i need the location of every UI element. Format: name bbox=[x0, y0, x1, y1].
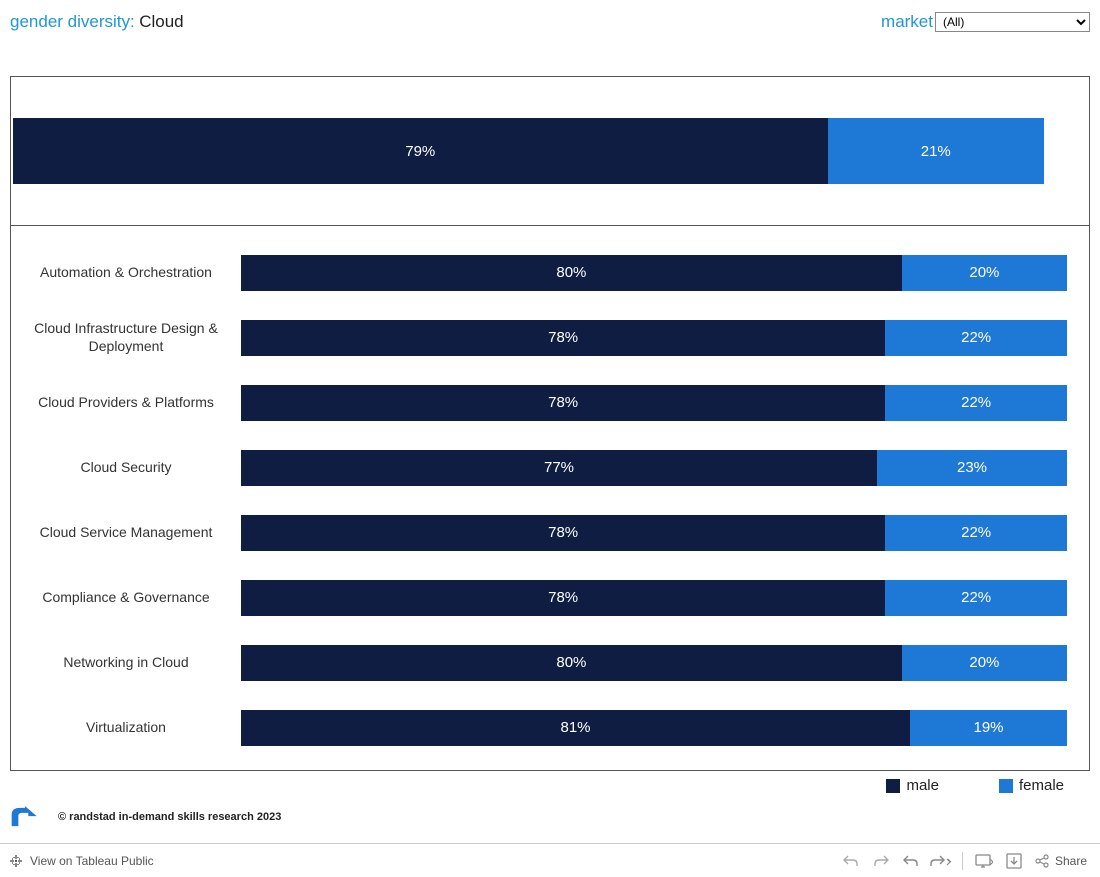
legend: male female bbox=[0, 771, 1100, 794]
legend-male-label: male bbox=[906, 777, 939, 794]
tableau-toolbar: View on Tableau Public Share bbox=[0, 843, 1100, 877]
category-label: Cloud Service Management bbox=[11, 524, 241, 542]
credit-text: © randstad in-demand skills research 202… bbox=[58, 811, 281, 823]
male-segment: 78% bbox=[241, 320, 885, 356]
category-label: Cloud Security bbox=[11, 459, 241, 477]
category-bar: 80%20% bbox=[241, 645, 1067, 681]
category-row: Cloud Providers & Platforms78%22% bbox=[11, 370, 1089, 435]
redo-button[interactable] bbox=[867, 849, 895, 873]
summary-male-bar: 79% bbox=[13, 118, 828, 184]
presentation-button[interactable] bbox=[970, 849, 998, 873]
legend-male: male bbox=[886, 777, 939, 794]
toolbar-divider bbox=[962, 852, 963, 870]
male-segment: 78% bbox=[241, 385, 885, 421]
category-row: Cloud Service Management78%22% bbox=[11, 500, 1089, 565]
female-segment: 20% bbox=[902, 645, 1067, 681]
market-label: market bbox=[881, 12, 933, 32]
category-label: Cloud Infrastructure Design & Deployment bbox=[11, 320, 241, 355]
category-row: Cloud Security77%23% bbox=[11, 435, 1089, 500]
female-swatch bbox=[999, 779, 1013, 793]
summary-female-bar: 21% bbox=[828, 118, 1045, 184]
share-icon bbox=[1034, 853, 1050, 869]
replay-forward-button[interactable] bbox=[927, 849, 955, 873]
male-segment: 78% bbox=[241, 580, 885, 616]
replay-back-button[interactable] bbox=[897, 849, 925, 873]
title-label: gender diversity: bbox=[10, 12, 135, 31]
male-segment: 81% bbox=[241, 710, 910, 746]
category-bar: 81%19% bbox=[241, 710, 1067, 746]
legend-female-label: female bbox=[1019, 777, 1064, 794]
category-label: Automation & Orchestration bbox=[11, 264, 241, 282]
category-row: Networking in Cloud80%20% bbox=[11, 630, 1089, 695]
summary-panel: 79% 21% bbox=[10, 76, 1090, 226]
female-segment: 22% bbox=[885, 320, 1067, 356]
male-swatch bbox=[886, 779, 900, 793]
credit-row: © randstad in-demand skills research 202… bbox=[0, 794, 1100, 830]
male-segment: 78% bbox=[241, 515, 885, 551]
category-bar: 80%20% bbox=[241, 255, 1067, 291]
male-segment: 80% bbox=[241, 645, 902, 681]
category-label: Cloud Providers & Platforms bbox=[11, 394, 241, 412]
category-label: Networking in Cloud bbox=[11, 654, 241, 672]
category-bar: 78%22% bbox=[241, 320, 1067, 356]
market-select[interactable]: (All) bbox=[935, 12, 1090, 32]
male-segment: 80% bbox=[241, 255, 902, 291]
category-bar: 78%22% bbox=[241, 580, 1067, 616]
legend-female: female bbox=[999, 777, 1064, 794]
randstad-logo-icon bbox=[10, 804, 50, 830]
undo-button[interactable] bbox=[837, 849, 865, 873]
female-segment: 22% bbox=[885, 515, 1067, 551]
title-value: Cloud bbox=[139, 12, 183, 31]
female-segment: 20% bbox=[902, 255, 1067, 291]
title: gender diversity: Cloud bbox=[10, 12, 184, 32]
female-segment: 23% bbox=[877, 450, 1067, 486]
summary-bar: 79% 21% bbox=[13, 118, 1087, 184]
category-bar: 78%22% bbox=[241, 385, 1067, 421]
category-row: Virtualization81%19% bbox=[11, 695, 1089, 760]
view-on-tableau-button[interactable]: View on Tableau Public bbox=[8, 853, 154, 869]
share-label: Share bbox=[1055, 854, 1087, 868]
header-bar: gender diversity: Cloud market (All) bbox=[0, 0, 1100, 36]
female-segment: 19% bbox=[910, 710, 1067, 746]
category-row: Compliance & Governance78%22% bbox=[11, 565, 1089, 630]
summary-female-value: 21% bbox=[921, 143, 951, 160]
view-on-tableau-label: View on Tableau Public bbox=[30, 854, 154, 868]
category-label: Virtualization bbox=[11, 719, 241, 737]
category-row: Automation & Orchestration80%20% bbox=[11, 240, 1089, 305]
market-filter: market (All) bbox=[881, 12, 1090, 32]
tableau-icon bbox=[8, 853, 24, 869]
category-bar: 78%22% bbox=[241, 515, 1067, 551]
detail-panel: Automation & Orchestration80%20%Cloud In… bbox=[10, 226, 1090, 771]
female-segment: 22% bbox=[885, 580, 1067, 616]
category-label: Compliance & Governance bbox=[11, 589, 241, 607]
male-segment: 77% bbox=[241, 450, 877, 486]
download-button[interactable] bbox=[1000, 849, 1028, 873]
share-button[interactable]: Share bbox=[1029, 853, 1092, 869]
category-row: Cloud Infrastructure Design & Deployment… bbox=[11, 305, 1089, 370]
female-segment: 22% bbox=[885, 385, 1067, 421]
category-bar: 77%23% bbox=[241, 450, 1067, 486]
summary-male-value: 79% bbox=[405, 143, 435, 160]
